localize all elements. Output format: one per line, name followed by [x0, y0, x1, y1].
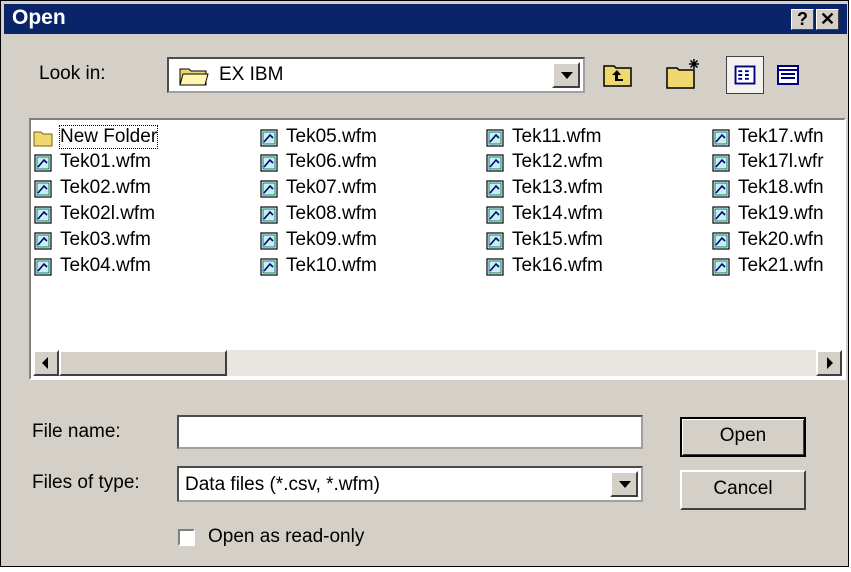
file-icon [260, 129, 278, 147]
file-item-label: Tek17l.wfr [738, 151, 824, 172]
file-icon [260, 232, 278, 250]
details-view-icon[interactable] [769, 56, 807, 94]
up-one-level-icon[interactable] [599, 56, 637, 94]
file-icon [712, 258, 730, 276]
open-folder-icon [179, 68, 209, 86]
file-icon [260, 206, 278, 224]
read-only-checkbox[interactable] [178, 529, 195, 546]
file-icon [486, 129, 504, 147]
file-item-label: Tek06.wfm [286, 151, 377, 172]
file-icon [34, 232, 52, 250]
file-item-label: Tek10.wfm [286, 255, 377, 276]
file-item-label: Tek03.wfm [60, 229, 151, 250]
file-icon [486, 232, 504, 250]
file-icon [260, 180, 278, 198]
look-in-dropdown-button[interactable] [552, 62, 580, 88]
file-item-label: Tek14.wfm [512, 203, 603, 224]
file-list[interactable]: New Folder Tek01.wfm Tek02.wfm Tek02l.wfm Te… [29, 118, 846, 380]
arrow-right-icon [827, 357, 833, 369]
file-item-label: Tek02l.wfm [60, 203, 156, 224]
file-item-label: Tek12.wfm [512, 151, 603, 172]
title-bar[interactable]: Open ? ✕ [4, 4, 847, 34]
close-button[interactable]: ✕ [816, 9, 839, 30]
open-dialog: Open ? ✕ Look in: EX IBM New Folder Tek01… [0, 0, 849, 567]
dialog-title: Open [12, 6, 66, 29]
file-icon [712, 206, 730, 224]
read-only-label: Open as read-only [208, 526, 365, 547]
files-of-type-dropdown-button[interactable] [610, 471, 638, 497]
file-icon [34, 180, 52, 198]
file-icon [486, 154, 504, 172]
scroll-thumb[interactable] [59, 350, 227, 376]
files-of-type-dropdown[interactable]: Data files (*.csv, *.wfm) [177, 466, 643, 502]
file-item-label: Tek07.wfm [286, 177, 377, 198]
file-icon [486, 180, 504, 198]
file-item-label: Tek05.wfm [286, 126, 377, 147]
open-button[interactable]: Open [680, 417, 806, 457]
file-item-label: Tek09.wfm [286, 229, 377, 250]
file-item-label: Tek18.wfn [738, 177, 824, 198]
file-icon [34, 206, 52, 224]
arrow-left-icon [42, 357, 48, 369]
file-item-label: Tek21.wfn [738, 255, 824, 276]
look-in-value: EX IBM [219, 64, 284, 85]
file-icon [34, 154, 52, 172]
file-item-label: Tek11.wfm [512, 126, 602, 147]
file-item-label: New Folder [58, 125, 159, 149]
file-icon [712, 129, 730, 147]
cancel-button[interactable]: Cancel [680, 470, 806, 510]
files-of-type-value: Data files (*.csv, *.wfm) [185, 474, 380, 495]
file-item-label: Tek01.wfm [60, 151, 151, 172]
look-in-dropdown[interactable]: EX IBM [167, 57, 585, 93]
file-item-label: Tek02.wfm [60, 177, 151, 198]
new-folder-icon[interactable] [664, 56, 702, 94]
file-icon [712, 154, 730, 172]
files-of-type-label: Files of type: [32, 472, 140, 493]
file-item-label: Tek13.wfm [512, 177, 603, 198]
help-button[interactable]: ? [791, 9, 814, 30]
horizontal-scrollbar[interactable] [33, 350, 842, 376]
file-icon [712, 232, 730, 250]
file-icon [712, 180, 730, 198]
scroll-right-button[interactable] [816, 350, 842, 376]
file-name-input[interactable] [177, 415, 643, 449]
look-in-label: Look in: [39, 63, 106, 84]
folder-icon [33, 131, 53, 147]
file-item-label: Tek04.wfm [60, 255, 151, 276]
file-item-label: Tek20.wfn [738, 229, 824, 250]
file-icon [486, 206, 504, 224]
file-item-label: Tek17.wfn [738, 126, 824, 147]
file-item-label: Tek08.wfm [286, 203, 377, 224]
file-icon [486, 258, 504, 276]
file-item-label: Tek16.wfm [512, 255, 603, 276]
file-item-label: Tek15.wfm [512, 229, 603, 250]
file-name-label: File name: [32, 421, 121, 442]
list-view-icon[interactable] [726, 56, 764, 94]
file-icon [260, 258, 278, 276]
scroll-left-button[interactable] [33, 350, 59, 376]
file-icon [260, 154, 278, 172]
file-item-label: Tek19.wfn [738, 203, 824, 224]
file-icon [34, 258, 52, 276]
